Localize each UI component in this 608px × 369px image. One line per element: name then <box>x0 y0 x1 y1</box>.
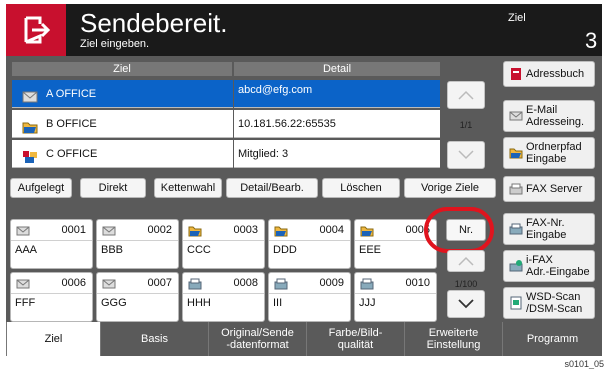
scan-icon <box>509 296 523 310</box>
ifax-icon <box>509 259 523 273</box>
send-home-icon <box>24 16 51 44</box>
row-detail[interactable]: abcd@efg.com <box>234 80 440 108</box>
row-detail[interactable]: 10.181.56.22:65535 <box>234 110 440 138</box>
table-row[interactable]: C OFFICE <box>12 140 233 168</box>
ifax-address-entry-button[interactable]: i-FAX Adr.-Eingabe <box>503 250 595 282</box>
email-icon <box>16 224 30 236</box>
row-name: A OFFICE <box>46 88 97 100</box>
email-icon <box>102 224 116 236</box>
table-scroll-down-button[interactable] <box>447 141 485 169</box>
one-touch-key[interactable]: 0008 HHH <box>182 272 265 322</box>
chain-dial-button[interactable]: Kettenwahl <box>154 178 222 198</box>
one-touch-key[interactable]: 0001 AAA <box>10 219 93 269</box>
destination-count: 3 <box>585 28 598 53</box>
one-touch-key[interactable]: 0003 CCC <box>182 219 265 269</box>
email-entry-button[interactable]: E-Mail Adresseing. <box>503 100 595 132</box>
table-scroll-up-button[interactable] <box>447 81 485 109</box>
one-touch-key[interactable]: 0002 BBB <box>96 219 179 269</box>
folder-icon <box>22 117 38 134</box>
tab-advanced-settings[interactable]: Erweiterte Einstellung <box>404 322 502 356</box>
one-touch-key[interactable]: 0007 GGG <box>96 272 179 322</box>
grid-page-indicator: 1/100 <box>454 279 478 289</box>
fax-icon <box>360 277 374 290</box>
detail-edit-button[interactable]: Detail/Bearb. <box>226 178 318 198</box>
page-title: Sendebereit. <box>80 8 228 38</box>
column-header-detail: Detail <box>234 62 440 76</box>
address-book-icon <box>509 67 523 81</box>
one-touch-key[interactable]: 0006 FFF <box>10 272 93 322</box>
table-page-indicator: 1/1 <box>459 120 473 130</box>
highlight-circle <box>424 207 494 253</box>
row-name: C OFFICE <box>46 148 98 160</box>
row-detail[interactable]: Mitglied: 3 <box>234 140 440 168</box>
fax-icon <box>274 277 288 290</box>
home-button[interactable] <box>6 4 66 56</box>
tab-program[interactable]: Programm <box>502 322 602 356</box>
email-icon <box>22 87 38 103</box>
folder-icon <box>188 224 202 237</box>
fax-server-button[interactable]: FAX Server <box>503 176 595 202</box>
group-icon <box>22 147 38 164</box>
wsd-scan-button[interactable]: WSD-Scan /DSM-Scan <box>503 287 595 319</box>
chevron-up-icon <box>458 90 474 100</box>
destination-count-label: Ziel <box>508 12 526 24</box>
folder-icon <box>274 224 288 237</box>
grid-scroll-down-button[interactable] <box>447 290 485 318</box>
address-book-button[interactable]: Adressbuch <box>503 61 595 87</box>
email-icon <box>16 277 30 289</box>
email-icon <box>102 277 116 289</box>
tab-original-format[interactable]: Original/Sende -datenformat <box>208 322 306 356</box>
tab-color-quality[interactable]: Farbe/Bild- qualität <box>306 322 404 356</box>
page-subtitle: Ziel eingeben. <box>80 38 150 50</box>
one-touch-key[interactable]: 0010 JJJ <box>354 272 437 322</box>
folder-path-entry-button[interactable]: Ordnerpfad Eingabe <box>503 137 595 169</box>
row-name: B OFFICE <box>46 118 97 130</box>
chevron-up-icon <box>458 256 474 266</box>
table-row[interactable]: A OFFICE <box>12 80 233 108</box>
folder-icon <box>509 146 523 160</box>
table-row[interactable]: B OFFICE <box>12 110 233 138</box>
figure-code: s0101_05 <box>564 359 604 369</box>
on-hook-button[interactable]: Aufgelegt <box>10 178 72 198</box>
fax-server-icon <box>509 182 523 196</box>
one-touch-key[interactable]: 0009 III <box>268 272 351 322</box>
chevron-down-icon <box>458 299 474 309</box>
fax-icon <box>188 277 202 290</box>
delete-button[interactable]: Löschen <box>322 178 400 198</box>
previous-destinations-button[interactable]: Vorige Ziele <box>404 178 496 198</box>
folder-icon <box>360 224 374 237</box>
column-header-ziel: Ziel <box>12 62 232 76</box>
email-icon <box>509 109 523 123</box>
fax-icon <box>509 222 523 236</box>
chevron-down-icon <box>458 150 474 160</box>
direct-button[interactable]: Direkt <box>80 178 146 198</box>
tab-basis[interactable]: Basis <box>100 322 208 356</box>
grid-scroll-up-button[interactable] <box>447 250 485 272</box>
fax-number-entry-button[interactable]: FAX-Nr. Eingabe <box>503 213 595 245</box>
one-touch-key[interactable]: 0004 DDD <box>268 219 351 269</box>
tab-ziel[interactable]: Ziel <box>6 322 100 356</box>
